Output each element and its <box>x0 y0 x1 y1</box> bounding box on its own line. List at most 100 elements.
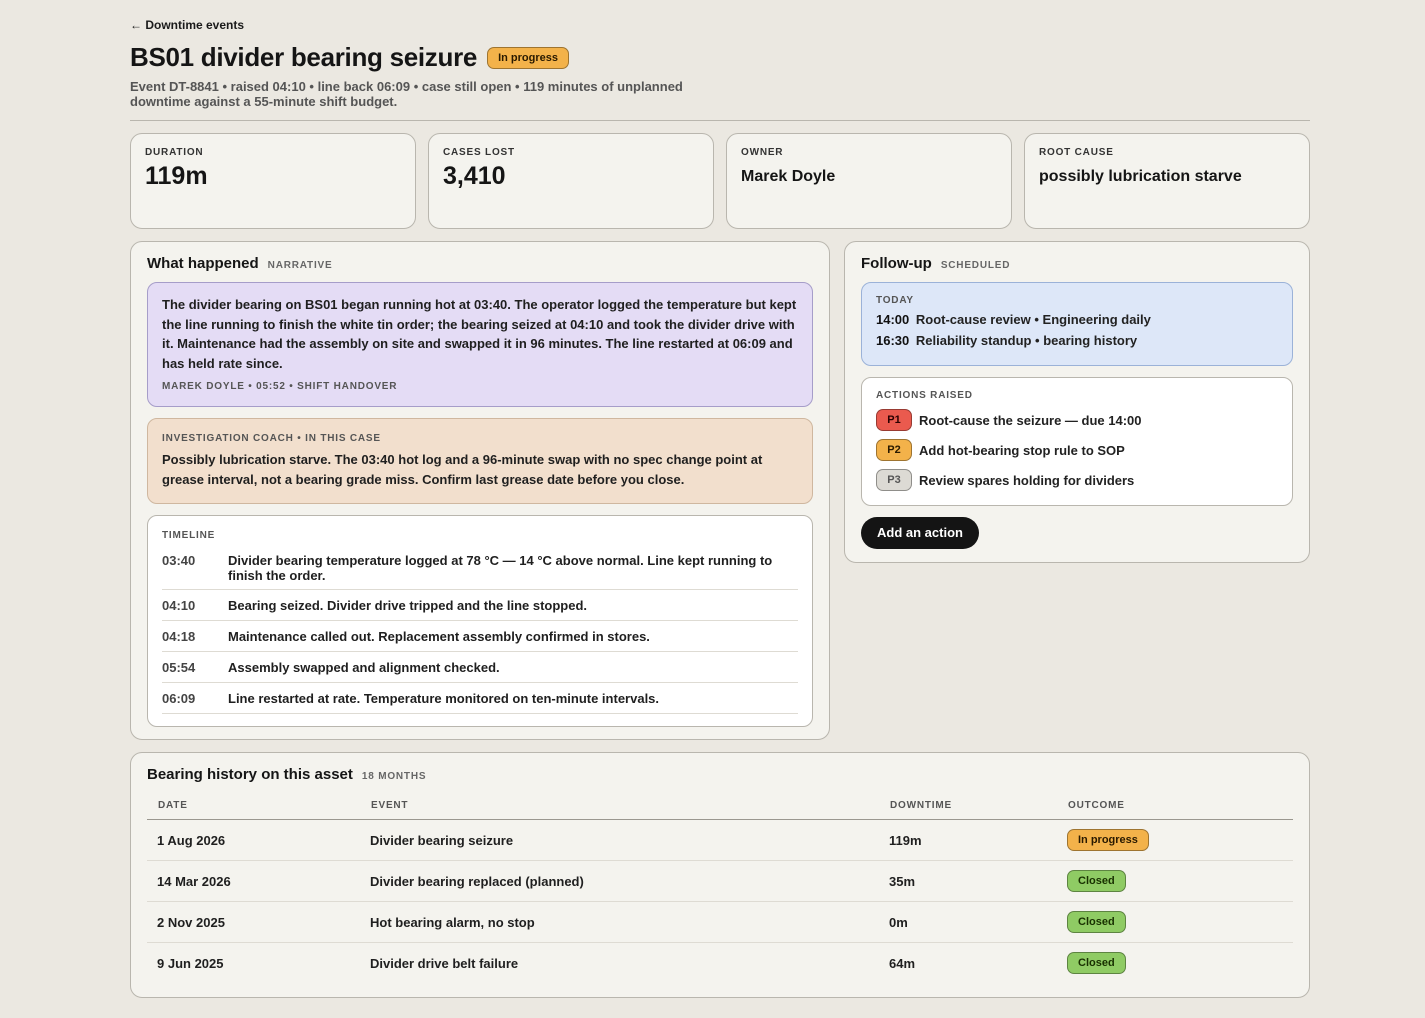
stat-value: Marek Doyle <box>741 168 836 185</box>
add-action-button[interactable]: Add an action <box>861 517 979 549</box>
schedule-item[interactable]: 14:00 Root-cause review • Engineering da… <box>876 312 1278 327</box>
cell-outcome: Closed <box>1057 901 1293 943</box>
timeline-row: 06:09 Line restarted at rate. Temperatur… <box>162 683 798 714</box>
cell-date: 1 Aug 2026 <box>147 819 360 861</box>
page-title: BS01 divider bearing seizure <box>130 42 478 72</box>
schedule-item[interactable]: 16:30 Reliability standup • bearing hist… <box>876 333 1278 348</box>
actions-raised-box: ACTIONS RAISED P1 Root-cause the seizure… <box>861 377 1293 506</box>
bearing-history-panel: Bearing history on this asset 18 MONTHS … <box>130 752 1310 998</box>
title-row: BS01 divider bearing seizure In progress <box>130 42 569 73</box>
follow-up-panel: Follow-up SCHEDULED TODAY 14:00 Root-cau… <box>844 241 1310 563</box>
header-divider <box>130 120 1310 121</box>
timeline-box: TIMELINE 03:40 Divider bearing temperatu… <box>147 515 813 727</box>
table-row[interactable]: 2 Nov 2025 Hot bearing alarm, no stop 0m… <box>147 901 1293 943</box>
timeline-text: Line restarted at rate. Temperature moni… <box>228 691 660 706</box>
coach-label: INVESTIGATION COACH • IN THIS CASE <box>162 433 381 444</box>
coach-text: Possibly lubrication starve. The 03:40 h… <box>162 452 763 487</box>
cell-downtime: 0m <box>879 901 1057 943</box>
today-label: TODAY <box>876 295 914 306</box>
schedule-time: 14:00 <box>876 312 910 327</box>
panel-tag: 18 MONTHS <box>361 771 427 782</box>
stat-label: ROOT CAUSE <box>1039 147 1114 158</box>
timeline-time: 03:40 <box>162 553 196 568</box>
timeline-row: 04:10 Bearing seized. Divider drive trip… <box>162 590 798 621</box>
cell-date: 9 Jun 2025 <box>157 955 224 971</box>
cell-downtime: 35m <box>879 860 1057 902</box>
investigation-coach-box: INVESTIGATION COACH • IN THIS CASE Possi… <box>147 418 813 504</box>
stat-label: OWNER <box>741 147 784 158</box>
action-text: Add hot-bearing stop rule to SOP <box>919 442 1125 458</box>
timeline-row: 03:40 Divider bearing temperature logged… <box>162 547 798 590</box>
table-row[interactable]: 9 Jun 2025 Divider drive belt failure 64… <box>147 943 1293 984</box>
timeline-time: 05:54 <box>162 660 196 675</box>
cell-outcome: In progress <box>1057 819 1293 861</box>
cell-outcome: Closed <box>1057 860 1293 902</box>
panel-title: Bearing history on this asset <box>147 766 353 783</box>
today-schedule-box: TODAY 14:00 Root-cause review • Engineer… <box>861 282 1293 366</box>
panel-header: Follow-up SCHEDULED <box>861 255 1010 272</box>
column-header-date: DATE <box>147 800 360 820</box>
outcome-badge: In progress <box>1067 829 1149 851</box>
history-table: DATE EVENT DOWNTIME OUTCOME 1 Aug 2026 D… <box>147 800 1293 984</box>
action-text: Root-cause the seizure — due 14:00 <box>919 412 1142 428</box>
table-row[interactable]: 14 Mar 2026 Divider bearing replaced (pl… <box>147 860 1293 902</box>
stat-card-duration: DURATION 119m <box>130 133 416 229</box>
timeline-row: 04:18 Maintenance called out. Replacemen… <box>162 621 798 652</box>
actions-label: ACTIONS RAISED <box>876 390 973 401</box>
timeline-time: 04:18 <box>162 629 196 644</box>
panel-tag: NARRATIVE <box>267 260 333 271</box>
timeline-time: 04:10 <box>162 598 196 613</box>
outcome-badge: Closed <box>1067 952 1126 975</box>
cell-date: 2 Nov 2025 <box>147 901 360 943</box>
timeline-text: Bearing seized. Divider drive tripped an… <box>228 598 588 613</box>
what-happened-panel: What happened NARRATIVE The divider bear… <box>130 241 830 740</box>
cell-outcome: Closed <box>1057 943 1293 984</box>
action-text: Review spares holding for dividers <box>919 472 1135 488</box>
stat-label: CASES LOST <box>443 147 515 158</box>
status-badge: In progress <box>487 46 569 69</box>
history-table-wrap: DATE EVENT DOWNTIME OUTCOME 1 Aug 2026 D… <box>147 800 1293 984</box>
schedule-text: Reliability standup • bearing history <box>915 333 1138 348</box>
cell-event: Divider drive belt failure <box>370 955 519 971</box>
stat-card-cases-lost: CASES LOST 3,410 <box>428 133 714 229</box>
timeline-time: 06:09 <box>162 691 196 706</box>
cell-event: Divider bearing replaced (planned) <box>360 860 879 902</box>
action-item[interactable]: P3 Review spares holding for dividers <box>876 469 1278 491</box>
column-header-downtime: DOWNTIME <box>879 800 1057 820</box>
narrative-box: The divider bearing on BS01 began runnin… <box>147 282 813 407</box>
schedule-text: Root-cause review • Engineering daily <box>915 312 1151 327</box>
column-header-outcome: OUTCOME <box>1057 800 1293 820</box>
timeline-text: Maintenance called out. Replacement asse… <box>228 629 650 644</box>
cell-downtime: 119m <box>879 819 1057 861</box>
cell-event: Divider bearing seizure <box>360 819 879 861</box>
panel-header: What happened NARRATIVE <box>147 255 332 272</box>
timeline-text: Divider bearing temperature logged at 78… <box>228 553 773 583</box>
stat-card-owner: OWNER Marek Doyle <box>726 133 1012 229</box>
panel-title: Follow-up <box>861 255 932 272</box>
panel-header: Bearing history on this asset 18 MONTHS <box>147 766 426 783</box>
outcome-badge: Closed <box>1067 870 1126 892</box>
cell-downtime: 64m <box>889 955 916 971</box>
stat-value: 3,410 <box>443 162 506 190</box>
column-header-event: EVENT <box>360 800 879 820</box>
stat-card-root-cause: ROOT CAUSE possibly lubrication starve <box>1024 133 1310 229</box>
stat-value: possibly lubrication starve <box>1039 168 1242 185</box>
action-item[interactable]: P2 Add hot-bearing stop rule to SOP <box>876 439 1278 461</box>
timeline-text: Assembly swapped and alignment checked. <box>228 660 500 675</box>
priority-badge-p2: P2 <box>876 439 912 461</box>
stat-value: 119m <box>145 162 208 190</box>
back-link-downtime-events[interactable]: ← Downtime events <box>130 18 244 32</box>
priority-badge-p1: P1 <box>876 409 912 431</box>
panel-title: What happened <box>147 255 259 272</box>
page-subtitle: Event DT-8841 • raised 04:10 • line back… <box>130 79 683 109</box>
timeline-row: 05:54 Assembly swapped and alignment che… <box>162 652 798 683</box>
cell-event: Hot bearing alarm, no stop <box>360 901 879 943</box>
panel-tag: SCHEDULED <box>940 260 1011 271</box>
schedule-time: 16:30 <box>876 333 910 348</box>
stat-label: DURATION <box>145 147 204 158</box>
priority-badge-p3: P3 <box>876 469 912 491</box>
narrative-author: MAREK DOYLE • 05:52 • SHIFT HANDOVER <box>162 381 398 392</box>
table-row[interactable]: 1 Aug 2026 Divider bearing seizure 119m … <box>147 819 1293 861</box>
narrative-text: The divider bearing on BS01 began runnin… <box>162 297 797 371</box>
action-item[interactable]: P1 Root-cause the seizure — due 14:00 <box>876 409 1278 431</box>
